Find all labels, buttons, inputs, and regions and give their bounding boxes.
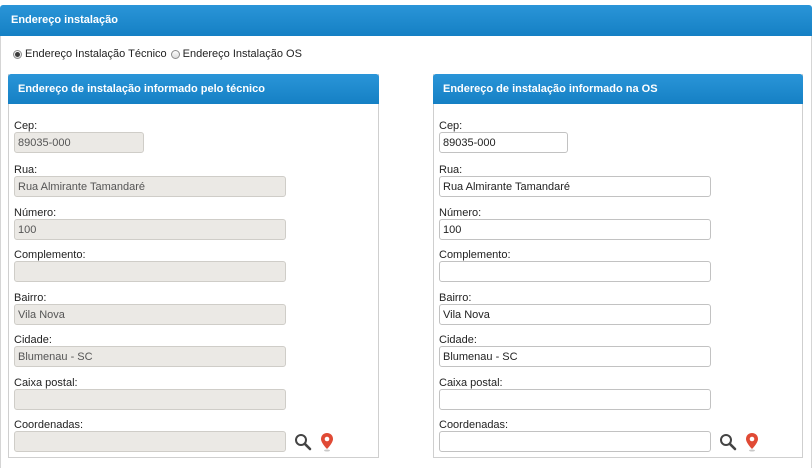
label-coordenadas: Coordenadas:: [439, 419, 509, 431]
map-pin-icon[interactable]: [320, 432, 334, 452]
rua-field: [14, 176, 286, 197]
label-caixa-postal: Caixa postal:: [14, 377, 78, 389]
panel-title-os: Endereço de instalação informado na OS: [433, 74, 803, 104]
numero-field[interactable]: [439, 219, 711, 240]
map-pin-icon[interactable]: [745, 432, 759, 452]
radio-label-endereco-os[interactable]: Endereço Instalação OS: [183, 48, 302, 60]
label-cep: Cep:: [439, 120, 463, 132]
label-cidade: Cidade:: [439, 334, 477, 346]
label-caixa-postal: Caixa postal:: [439, 377, 503, 389]
rua-field[interactable]: [439, 176, 711, 197]
label-cep: Cep:: [14, 120, 38, 132]
complemento-field[interactable]: [439, 261, 711, 282]
label-bairro: Bairro:: [439, 292, 472, 304]
label-rua: Rua:: [14, 164, 38, 176]
cidade-field: [14, 346, 286, 367]
label-cidade: Cidade:: [14, 334, 52, 346]
radio-endereco-tecnico[interactable]: [13, 49, 22, 59]
cep-field: [14, 132, 144, 153]
caixa-postal-field: [14, 389, 286, 410]
cep-field[interactable]: [439, 132, 568, 153]
label-bairro: Bairro:: [14, 292, 47, 304]
bairro-field: [14, 304, 286, 325]
address-source-selector: Endereço Instalação Técnico Endereço Ins…: [13, 47, 306, 61]
cidade-field[interactable]: [439, 346, 711, 367]
panel-endereco-os: Endereço de instalação informado na OS C…: [433, 74, 803, 458]
bairro-field[interactable]: [439, 304, 711, 325]
coordenadas-field[interactable]: [439, 431, 711, 452]
label-numero: Número:: [439, 207, 482, 219]
caixa-postal-field[interactable]: [439, 389, 711, 410]
label-numero: Número:: [14, 207, 57, 219]
label-complemento: Complemento:: [439, 249, 511, 261]
section-header: Endereço instalação: [0, 5, 812, 36]
panel-endereco-tecnico: Endereço de instalação informado pelo té…: [8, 74, 379, 458]
radio-endereco-os[interactable]: [170, 49, 180, 59]
search-icon[interactable]: [294, 433, 312, 451]
label-coordenadas: Coordenadas:: [14, 419, 84, 431]
numero-field: [14, 219, 286, 240]
complemento-field: [14, 261, 286, 282]
label-rua: Rua:: [439, 164, 463, 176]
panel-title-tecnico: Endereço de instalação informado pelo té…: [8, 74, 379, 104]
coordenadas-field: [14, 431, 286, 452]
section-title: Endereço instalação: [11, 14, 118, 26]
search-icon[interactable]: [719, 433, 737, 451]
label-complemento: Complemento:: [14, 249, 86, 261]
radio-label-endereco-tecnico[interactable]: Endereço Instalação Técnico: [25, 48, 167, 60]
